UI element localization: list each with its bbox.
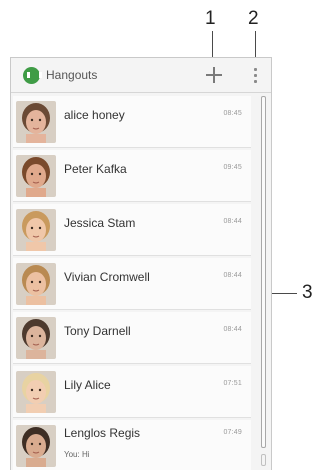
conversation-row[interactable]: Vivian Cromwell 08:44 [13, 258, 251, 310]
overflow-menu-button[interactable] [251, 67, 261, 85]
conversation-row[interactable]: Lily Alice 07:51 [13, 366, 251, 418]
message-time: 07:51 [223, 380, 242, 387]
callout-3: 3 [302, 282, 313, 303]
message-time: 09:45 [223, 164, 242, 171]
message-time: 08:44 [223, 272, 242, 279]
callout-2: 2 [248, 8, 259, 29]
app-title: Hangouts [46, 68, 98, 82]
callout-1: 1 [205, 8, 216, 29]
new-conversation-button[interactable] [203, 64, 225, 86]
conversation-row[interactable]: Peter Kafka 09:45 [13, 150, 251, 202]
avatar [16, 425, 56, 467]
avatar [16, 371, 56, 413]
avatar [16, 263, 56, 305]
scroll-grip-icon [261, 454, 266, 466]
message-time: 08:45 [223, 110, 242, 117]
message-time: 08:44 [223, 326, 242, 333]
contact-name: Lily Alice [64, 378, 111, 392]
message-time: 08:44 [223, 218, 242, 225]
contact-name: Jessica Stam [64, 216, 136, 230]
contact-name: Peter Kafka [64, 162, 127, 176]
conversation-row[interactable]: alice honey 08:45 [13, 96, 251, 148]
contact-name: alice honey [64, 108, 125, 122]
avatar [16, 209, 56, 251]
overflow-menu-icon [254, 68, 257, 71]
message-time: 07:49 [223, 429, 242, 436]
conversation-row[interactable]: Tony Darnell 08:44 [13, 312, 251, 364]
contact-name: Tony Darnell [64, 324, 131, 338]
contact-name: Lenglos Regis [64, 426, 141, 440]
conversation-row[interactable]: Lenglos Regis 07:49 You: Hi [13, 420, 251, 470]
hangouts-logo-icon [23, 67, 42, 84]
phone-screen: Hangouts alice honey 08:45 Peter Kafka 09:4… [10, 57, 272, 470]
scrollbar[interactable] [258, 94, 271, 470]
scrollbar-thumb[interactable] [261, 96, 266, 448]
app-bar: Hangouts [11, 58, 271, 93]
conversation-row[interactable]: Jessica Stam 08:44 [13, 204, 251, 256]
avatar [16, 155, 56, 197]
avatar [16, 317, 56, 359]
avatar [16, 101, 56, 143]
message-preview: You: Hi [64, 450, 90, 459]
contact-name: Vivian Cromwell [64, 270, 150, 284]
conversation-list[interactable]: alice honey 08:45 Peter Kafka 09:45 Jessica … [11, 94, 255, 470]
